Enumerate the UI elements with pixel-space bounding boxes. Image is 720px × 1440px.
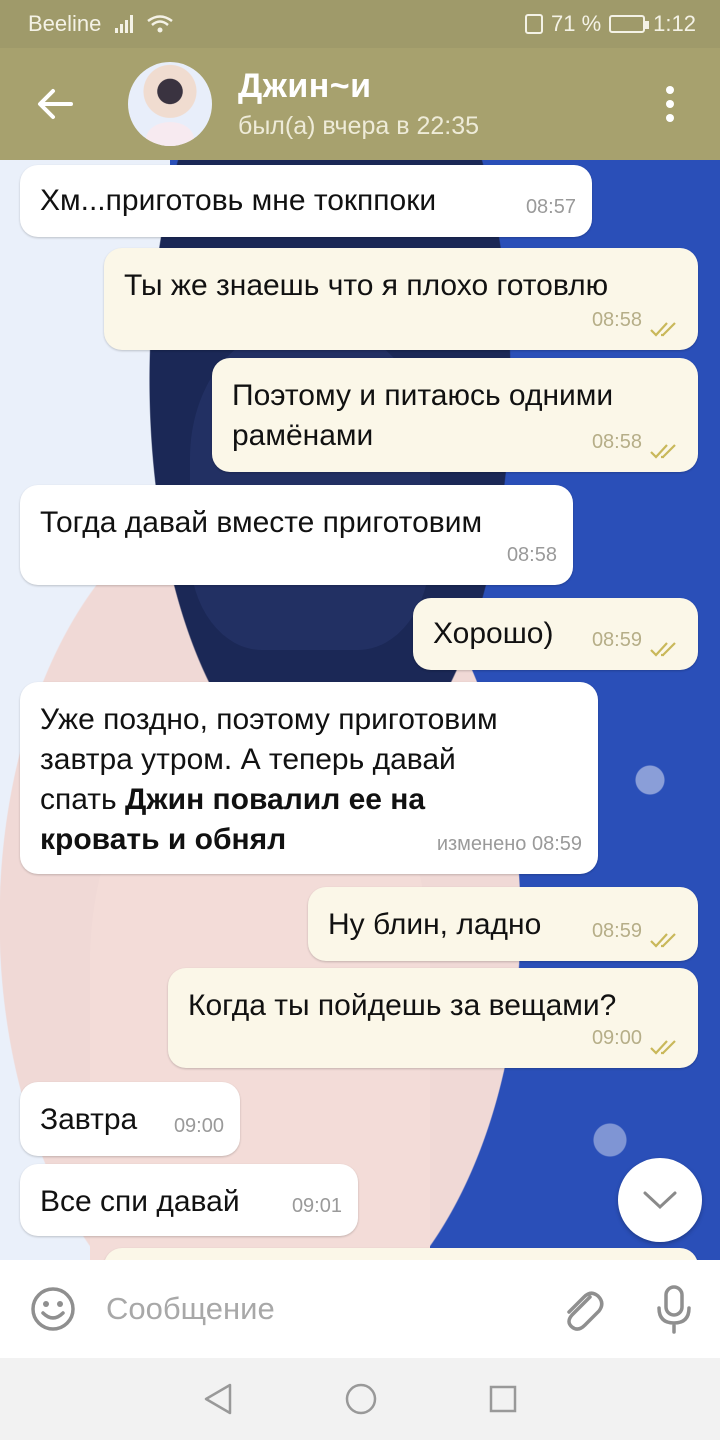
more-vert-icon [666, 86, 674, 94]
message-time: 09:00 [173, 1115, 224, 1137]
wifi-icon [147, 15, 174, 33]
message-bold-text: кровать и обнял [40, 823, 287, 856]
message-time: 08:58 [506, 544, 557, 566]
signal-icon [115, 15, 134, 33]
message-incoming[interactable]: Завтра 09:00 [20, 1082, 240, 1156]
read-ticks-icon [650, 322, 676, 337]
last-seen-status: был(а) вчера в 22:35 [238, 112, 480, 140]
message-text-line: завтра утром. А теперь давай [40, 743, 456, 776]
message-bold-text: Джин повалил ее на [124, 783, 426, 816]
message-outgoing[interactable]: Хорошо) 08:59 [413, 598, 698, 670]
message-composer [0, 1260, 720, 1358]
microphone-button[interactable] [628, 1284, 720, 1334]
read-ticks-icon [650, 1040, 676, 1055]
message-text: Ты же знаешь что я плохо готовлю [124, 269, 609, 302]
read-ticks-icon [650, 642, 676, 657]
carrier-name: Beeline [28, 11, 102, 36]
smiley-icon [31, 1287, 75, 1331]
message-text-line: спать [40, 783, 125, 816]
attach-button[interactable] [536, 1285, 628, 1333]
message-incoming[interactable]: Все спи давай 09:01 [20, 1164, 358, 1236]
message-outgoing[interactable]: Поэтому и питаюсь одними рамёнами 08:58 [212, 358, 698, 472]
message-outgoing[interactable]: Ну блин, ладно 08:59 [308, 887, 698, 961]
nav-back-icon[interactable] [202, 1382, 234, 1416]
message-text-line: Уже поздно, поэтому приготовим [40, 703, 498, 736]
message-text: Когда ты пойдешь за вещами? [188, 989, 617, 1022]
read-ticks-icon [650, 444, 676, 459]
message-time: 08:59 [591, 629, 642, 651]
message-time: 09:00 [591, 1027, 642, 1049]
message-time: 08:59 [591, 920, 642, 942]
chat-info[interactable]: Джин~и был(а) вчера в 22:35 [238, 67, 479, 141]
message-time: 09:01 [291, 1195, 342, 1217]
message-text: Завтра [40, 1103, 138, 1136]
message-text: Хм...приготовь мне токппоки [40, 184, 437, 217]
message-time: 08:58 [591, 431, 642, 453]
chevron-down-icon [643, 1191, 677, 1210]
message-time: изменено 08:59 [436, 833, 582, 855]
emoji-button[interactable] [0, 1285, 106, 1333]
back-arrow-icon [38, 89, 73, 119]
clock: 1:12 [653, 11, 696, 36]
message-text: Хорошо) [433, 617, 554, 650]
message-outgoing[interactable]: Когда ты пойдешь за вещами? 09:00 [168, 968, 698, 1068]
chat-title: Джин~и [238, 67, 372, 105]
message-text: Тогда давай вместе приготовим [40, 506, 483, 539]
message-outgoing[interactable]: Ты же знаешь что я плохо готовлю 08:58 [104, 248, 698, 350]
message-incoming[interactable]: Уже поздно, поэтому приготовим завтра ут… [20, 682, 598, 874]
more-menu-button[interactable] [640, 48, 700, 160]
chat-header: Джин~и был(а) вчера в 22:35 [0, 48, 720, 160]
message-text-line: Поэтому и питаюсь одними [232, 379, 614, 412]
chat-wallpaper: Хм...приготовь мне токппоки 08:57 Ты же … [0, 160, 720, 1260]
battery-icon [609, 15, 650, 33]
battery-percent: 71 % [551, 11, 602, 36]
message-text: Ну блин, ладно [328, 908, 542, 941]
message-time: 08:58 [591, 309, 642, 331]
message-time: 08:57 [525, 196, 576, 218]
paperclip-icon [567, 1291, 604, 1331]
back-button[interactable] [0, 48, 110, 160]
microphone-icon [657, 1285, 691, 1334]
message-incoming[interactable]: Тогда давай вместе приготовим 08:58 [20, 485, 573, 585]
vibrate-icon [525, 14, 544, 34]
avatar[interactable] [128, 62, 212, 146]
message-outgoing-partial [104, 1248, 698, 1260]
message-incoming[interactable]: Хм...приготовь мне токппоки 08:57 [20, 165, 592, 237]
message-text: Все спи давай [40, 1185, 240, 1218]
system-nav-bar [0, 1358, 720, 1440]
message-input[interactable] [106, 1291, 536, 1327]
nav-home-icon[interactable] [344, 1382, 378, 1416]
scroll-down-button[interactable] [618, 1158, 702, 1242]
nav-recents-icon[interactable] [488, 1384, 518, 1414]
read-ticks-icon [650, 933, 676, 948]
status-bar: Beeline 71 % 1:12 [0, 0, 720, 48]
